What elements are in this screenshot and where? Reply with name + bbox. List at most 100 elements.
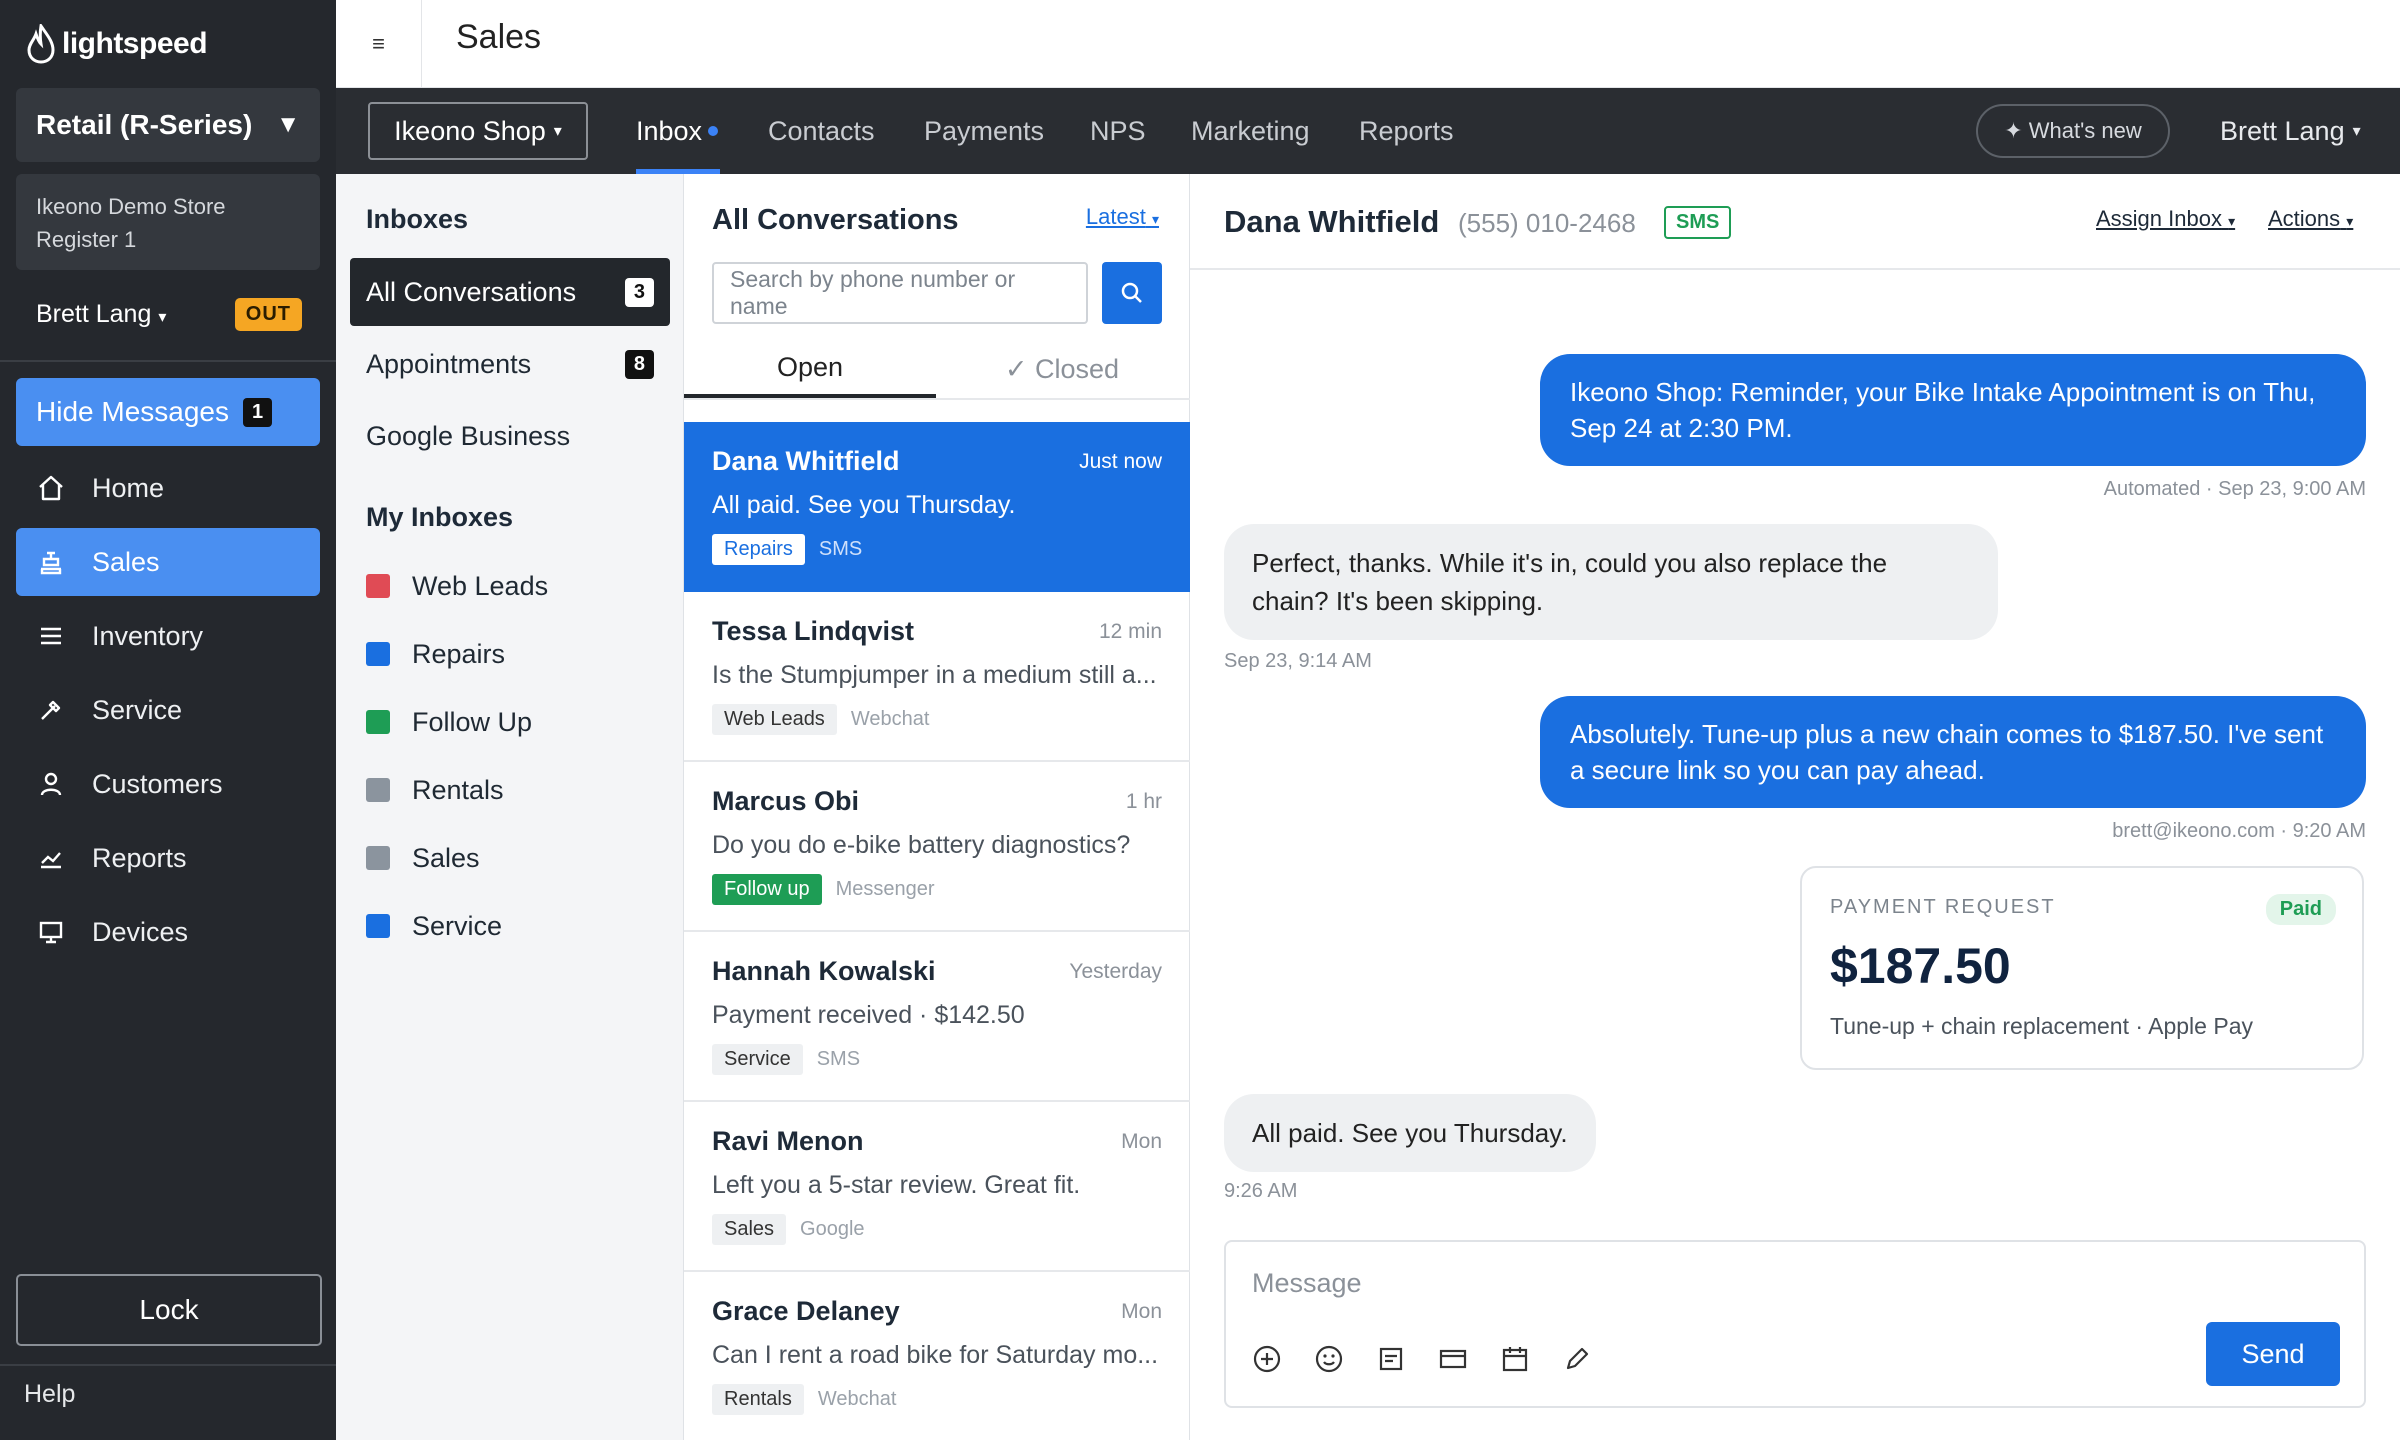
help-link[interactable]: Help [24,1380,75,1409]
sidebar-item-home[interactable]: Home [16,454,320,522]
unread-count-badge: 1 [242,397,273,427]
left-sidebar: lightspeed Retail (R-Series) ▼ Ikeono De… [0,0,336,1440]
my-inbox-sales[interactable]: Sales [366,836,480,880]
conversation-item[interactable]: Tessa Lindqvist 12 min Is the Stumpjumper… [684,592,1190,762]
inbox-tag: Web Leads [712,704,837,735]
inbox-label: Service [412,910,503,941]
timestamp: 1 hr [1125,789,1162,813]
inbox-appointments[interactable]: Appointments 8 [350,330,670,398]
template-button[interactable] [1374,1342,1408,1376]
sidebar-item-label: Home [92,472,165,503]
sidebar-item-devices[interactable]: Devices [16,898,320,966]
payment-amount: $187.50 [1830,938,2011,994]
conversation-item[interactable]: Ravi Menon Mon Left you a 5-star review. … [684,1102,1190,1272]
my-inbox-repairs[interactable]: Repairs [366,632,505,676]
menu-icon[interactable]: ≡ [336,0,422,88]
contact-name: Grace Delaney [712,1296,900,1326]
message-composer[interactable]: Message Send [1224,1240,2366,1408]
assign-inbox-label: Assign Inbox [2096,206,2222,231]
shop-label: Ikeono Shop [394,115,546,146]
tab-reports[interactable]: Reports [1359,88,1454,174]
color-swatch-icon [366,846,390,870]
sidebar-item-service[interactable]: Service [16,676,320,744]
retail-series-selector[interactable]: Retail (R-Series) ▼ [16,88,320,162]
calendar-icon [1502,1347,1528,1372]
caret-down-icon: ▾ [2228,213,2236,229]
conversation-item[interactable]: Hannah Kowalski Yesterday Payment receive… [684,932,1190,1102]
timestamp: Mon [1121,1299,1162,1323]
inbox-google-business[interactable]: Google Business [350,402,670,470]
search-input[interactable]: Search by phone number or name [712,262,1088,324]
conversation-list-panel: All Conversations Latest ▾ Search by pho… [684,174,1190,1440]
message-input[interactable]: Message [1252,1268,1362,1299]
whats-new-button[interactable]: ✦ What's new [1976,104,2170,158]
contact-name: Ravi Menon [712,1126,864,1156]
tabs-divider [684,398,1190,400]
sort-dropdown[interactable]: Latest ▾ [1086,204,1159,230]
tab-nps[interactable]: NPS [1090,88,1146,174]
send-button[interactable]: Send [2206,1322,2340,1386]
monitor-icon [39,921,63,944]
tab-open[interactable]: Open [684,340,936,398]
sidebar-item-reports[interactable]: Reports [16,824,320,892]
caret-down-icon: ▾ [2352,123,2361,140]
search-icon [1121,282,1142,303]
chat-header: Dana Whitfield (555) 010-2468 SMS Assign… [1190,174,2400,270]
my-inbox-web-leads[interactable]: Web Leads [366,564,548,608]
lock-button[interactable]: Lock [16,1274,322,1346]
chat-contact-name: Dana Whitfield [1224,204,1440,239]
inbox-count-badge: 3 [624,277,654,307]
search-button[interactable] [1102,262,1162,324]
hide-messages-button[interactable]: Hide Messages 1 [16,378,320,446]
inbox-label: Rentals [412,774,504,805]
actions-dropdown[interactable]: Actions ▾ [2268,206,2353,232]
tab-closed[interactable]: ✓ Closed [936,340,1188,398]
actions-label: Actions [2268,206,2341,231]
home-icon [39,475,63,501]
my-inbox-follow-up[interactable]: Follow Up [366,700,532,744]
sidebar-item-sales[interactable]: Sales [16,528,320,596]
tab-payments[interactable]: Payments [924,88,1044,174]
outgoing-message: Absolutely. Tune-up plus a new chain com… [1540,696,2366,808]
user-icon [40,772,62,796]
conversation-item[interactable]: Dana Whitfield Just now All paid. See you… [684,422,1190,592]
tab-label: Inbox [636,115,703,146]
outgoing-message: Ikeono Shop: Reminder, your Bike Intake … [1540,354,2366,466]
chart-icon [41,852,61,869]
inbox-tag: Sales [712,1214,787,1245]
shop-selector[interactable]: Ikeono Shop ▾ [368,102,588,160]
sidebar-item-customers[interactable]: Customers [16,750,320,818]
my-inbox-service[interactable]: Service [366,904,502,948]
assign-inbox-dropdown[interactable]: Assign Inbox ▾ [2096,206,2235,232]
flame-icon [27,24,55,64]
payment-description: Tune-up + chain replacement · Apple Pay [1830,1013,2253,1039]
add-attachment-button[interactable] [1250,1342,1284,1376]
inbox-all-conversations[interactable]: All Conversations 3 [350,258,670,326]
clock-status-badge[interactable]: OUT [234,297,302,331]
conversation-item[interactable]: Grace Delaney Mon Can I rent a road bike … [684,1272,1190,1440]
chat-contact-phone: (555) 010-2468 [1458,208,1636,238]
note-button[interactable] [1560,1342,1594,1376]
message-meta: brett@ikeono.com · 9:20 AM [2112,820,2366,842]
tab-marketing[interactable]: Marketing [1191,88,1310,174]
schedule-button[interactable] [1498,1342,1532,1376]
tab-contacts[interactable]: Contacts [768,88,875,174]
channel-label: Google [800,1218,865,1240]
sidebar-item-label: Reports [92,842,187,873]
emoji-button[interactable] [1312,1342,1346,1376]
payment-request-card[interactable]: PAYMENT REQUEST Paid $187.50 Tune-up + c… [1800,866,2364,1070]
register-name: Register 1 [36,227,137,252]
my-inbox-rentals[interactable]: Rentals [366,768,504,812]
tab-inbox[interactable]: Inbox [636,88,719,174]
user-menu[interactable]: Brett Lang ▾ [2220,88,2361,174]
dropdown-caret-icon: ▼ [276,111,300,138]
sidebar-user-menu[interactable]: Brett Lang ▾ [36,300,166,329]
payment-request-button[interactable] [1436,1342,1470,1376]
conversation-item[interactable]: Marcus Obi 1 hr Do you do e-bike battery … [684,762,1190,932]
inbox-label: Repairs [412,638,506,669]
sidebar-item-inventory[interactable]: Inventory [16,602,320,670]
store-name: Ikeono Demo Store [36,194,226,219]
inbox-label: Google Business [366,420,571,451]
lightspeed-logo[interactable]: lightspeed [26,24,208,64]
sort-label: Latest [1085,204,1146,229]
